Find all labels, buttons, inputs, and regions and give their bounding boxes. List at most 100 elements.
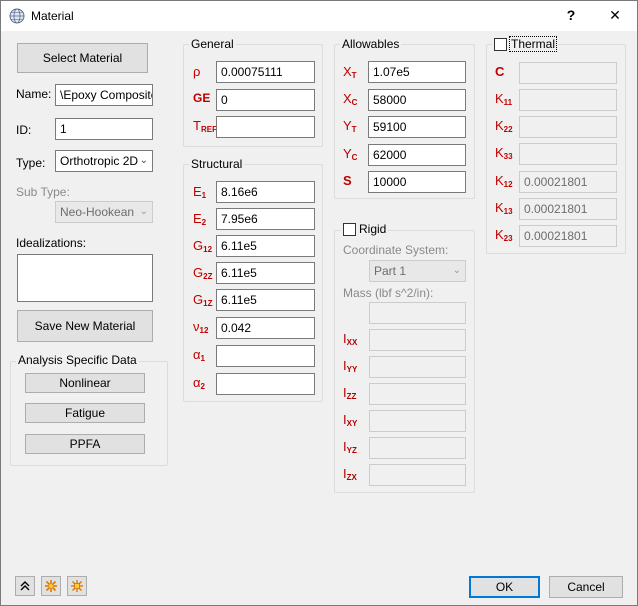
nonlinear-button[interactable]: Nonlinear: [25, 373, 145, 393]
g12-symbol-text: G: [193, 238, 204, 253]
k12-input: 0.00021801: [519, 171, 617, 193]
g12-input[interactable]: 6.11e5: [216, 235, 315, 257]
k11-symbol: K11: [495, 91, 512, 107]
tref-symbol-sub: REF: [200, 125, 217, 134]
double-chevron-up-icon: [20, 581, 30, 591]
k33-symbol: K33: [495, 145, 513, 161]
subtype-select: Neo-Hookean ⌄: [55, 201, 153, 223]
idealizations-list[interactable]: [17, 254, 153, 302]
ixy-input: [369, 410, 466, 432]
close-button[interactable]: ✕: [607, 7, 623, 23]
k23-symbol: K23: [495, 227, 513, 243]
k33-symbol-text: K: [495, 145, 504, 160]
g2z-input[interactable]: 6.11e5: [216, 262, 315, 284]
thermal-checkbox[interactable]: [494, 37, 507, 51]
tref-input[interactable]: [216, 116, 315, 138]
chevron-down-icon: ⌄: [452, 265, 461, 276]
alpha2-input[interactable]: [216, 373, 315, 395]
k13-symbol: K13: [495, 200, 513, 216]
ixy-symbol: IXY: [343, 412, 357, 428]
k11-symbol-sub: 11: [503, 98, 513, 107]
e2-symbol-text: E: [193, 211, 202, 226]
coord-system-value: Part 1: [374, 264, 407, 278]
ixx-input: [369, 329, 466, 351]
sparkle-tool-button[interactable]: [41, 576, 61, 596]
g2z-symbol: G2Z: [193, 265, 212, 281]
e1-symbol: E1: [193, 184, 206, 200]
nu12-input[interactable]: 0.042: [216, 317, 315, 339]
alpha1-input[interactable]: [216, 345, 315, 367]
xt-symbol: XT: [343, 64, 357, 80]
title-bar: Material ? ✕: [1, 1, 637, 31]
yc-symbol-text: Y: [343, 146, 352, 161]
yt-input[interactable]: 59100: [368, 116, 466, 138]
alpha1-symbol: α1: [193, 347, 205, 363]
xt-input[interactable]: 1.07e5: [368, 61, 466, 83]
g2z-symbol-sub: 2Z: [203, 272, 213, 281]
c-symbol-text: C: [495, 64, 505, 79]
izz-symbol: IZZ: [343, 385, 356, 401]
xt-symbol-text: X: [343, 64, 352, 79]
g1z-symbol-sub: 1Z: [203, 299, 213, 308]
select-material-button[interactable]: Select Material: [17, 43, 148, 73]
coord-system-label: Coordinate System:: [343, 243, 449, 257]
ppfa-button[interactable]: PPFA: [25, 434, 145, 454]
help-button[interactable]: ?: [564, 7, 578, 23]
e1-input[interactable]: 8.16e6: [216, 181, 315, 203]
sparkle-grid-tool-button[interactable]: [67, 576, 87, 596]
g1z-input[interactable]: 6.11e5: [216, 289, 315, 311]
s-symbol-text: S: [343, 173, 352, 188]
yc-symbol-sub: C: [351, 153, 358, 162]
rho-input[interactable]: 0.00075111: [216, 61, 315, 83]
rho-symbol-text: ρ: [193, 64, 201, 79]
ixy-symbol-sub: XY: [346, 419, 358, 428]
cancel-button[interactable]: Cancel: [549, 576, 623, 598]
yt-symbol: YT: [343, 118, 357, 134]
fatigue-button[interactable]: Fatigue: [25, 403, 145, 423]
general-title: General: [189, 37, 236, 51]
k13-input: 0.00021801: [519, 198, 617, 220]
xc-symbol-text: X: [343, 91, 352, 106]
izx-symbol-sub: ZX: [346, 473, 357, 482]
subtype-label: Sub Type:: [16, 185, 70, 199]
name-label: Name:: [16, 87, 52, 101]
e2-symbol-sub: 2: [201, 218, 207, 227]
idealizations-label: Idealizations:: [16, 236, 87, 250]
c-input: [519, 62, 617, 84]
ge-input[interactable]: 0: [216, 89, 315, 111]
iyy-symbol: IYY: [343, 358, 357, 374]
c-symbol: C: [495, 64, 504, 79]
name-input[interactable]: \Epoxy Composite: [55, 84, 153, 106]
yc-input[interactable]: 62000: [368, 144, 466, 166]
k11-input: [519, 89, 617, 111]
k13-symbol-text: K: [495, 200, 504, 215]
thermal-title-wrap: Thermal: [492, 36, 559, 52]
e2-input[interactable]: 7.95e6: [216, 208, 315, 230]
app-globe-icon: [9, 8, 25, 24]
structural-title: Structural: [189, 157, 245, 171]
k22-input: [519, 116, 617, 138]
g2z-symbol-text: G: [193, 265, 204, 280]
izx-input: [369, 464, 466, 486]
s-input[interactable]: 10000: [368, 171, 466, 193]
collapse-up-button[interactable]: [15, 576, 35, 596]
sparkle-icon: [45, 580, 57, 592]
type-select[interactable]: Orthotropic 2D ⌄: [55, 150, 153, 172]
xc-input[interactable]: 58000: [368, 89, 466, 111]
alpha1-symbol-sub: 1: [200, 354, 205, 363]
rigid-checkbox[interactable]: [343, 222, 356, 236]
e1-symbol-sub: 1: [201, 191, 207, 200]
type-label: Type:: [16, 156, 46, 170]
material-dialog: Material ? ✕ Select Material Name: \Epox…: [0, 0, 638, 606]
g12-symbol: G12: [193, 238, 212, 254]
e2-symbol: E2: [193, 211, 206, 227]
yt-symbol-text: Y: [343, 118, 352, 133]
alpha2-symbol: α2: [193, 375, 205, 391]
save-new-material-button[interactable]: Save New Material: [17, 310, 153, 342]
s-symbol: S: [343, 173, 352, 188]
id-input[interactable]: 1: [55, 118, 153, 140]
ok-button[interactable]: OK: [469, 576, 540, 598]
chevron-down-icon: ⌄: [139, 206, 148, 217]
xc-symbol-sub: C: [351, 98, 358, 107]
izx-symbol: IZX: [343, 466, 357, 482]
